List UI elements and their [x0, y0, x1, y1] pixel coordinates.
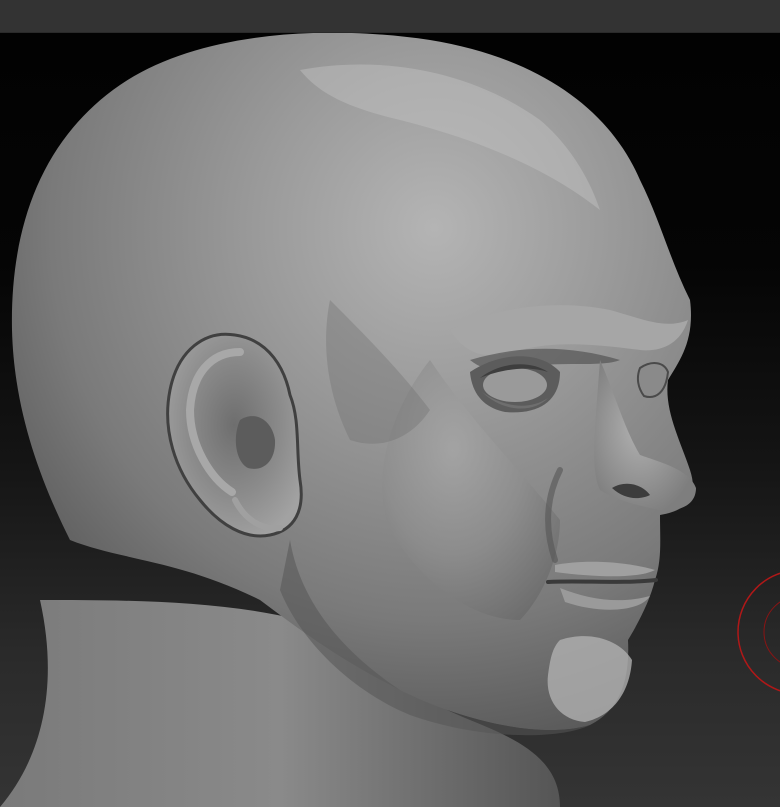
top-toolbar: [0, 0, 780, 33]
brush-cursor-icon[interactable]: [737, 570, 780, 694]
chin: [547, 636, 632, 722]
3d-viewport[interactable]: [0, 33, 780, 807]
sculpt-app: [0, 0, 780, 807]
mouth-line: [546, 578, 658, 584]
sculpt-canvas[interactable]: [0, 33, 780, 807]
brush-cursor-inner-icon: [763, 601, 780, 663]
